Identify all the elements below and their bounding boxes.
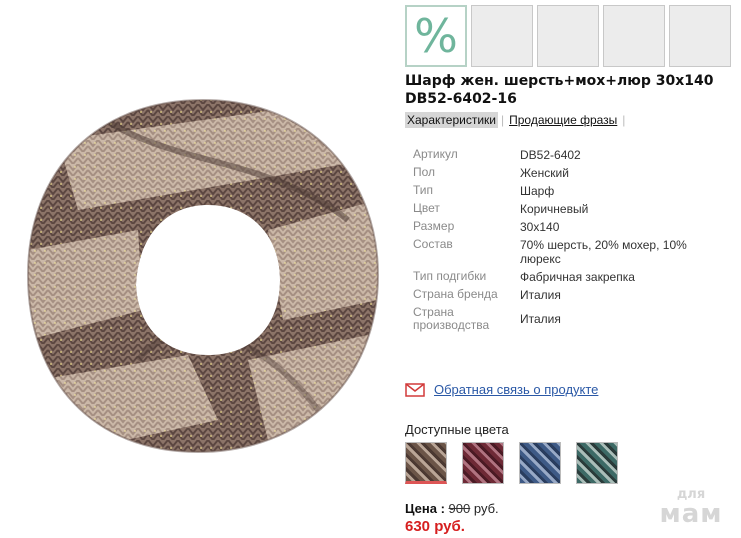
tab-separator: | (500, 113, 505, 127)
spec-label: Состав (413, 237, 453, 251)
spec-value: DB52-6402 (520, 148, 581, 162)
percent-icon: % (414, 9, 458, 63)
product-title: Шарф жен. шерсть+мох+люр 30х140 DB52-640… (405, 73, 714, 107)
spec-row: Цвет Коричневый (413, 201, 720, 217)
spec-label: Артикул (413, 147, 458, 161)
spec-label: Размер (413, 219, 455, 233)
envelope-icon (405, 382, 425, 397)
new-price: 630 руб. (405, 518, 465, 535)
spec-label: Цвет (413, 201, 440, 215)
colors-label: Доступные цвета (405, 422, 509, 437)
spec-value: Италия (520, 288, 561, 302)
spec-value: 70% шерсть, 20% мохер, 10% люрекс (520, 238, 687, 266)
product-image (26, 98, 380, 454)
spec-value: 30х140 (520, 220, 560, 234)
tab-selling-phrases[interactable]: Продающие фразы (507, 112, 619, 128)
color-swatch-brown[interactable] (405, 442, 447, 484)
color-swatch-burgundy[interactable] (462, 442, 504, 484)
tab-characteristics[interactable]: Характеристики (405, 112, 498, 128)
spec-value: Шарф (520, 184, 555, 198)
spec-label: Тип подгибки (413, 269, 487, 283)
tab-bar: Характеристики | Продающие фразы | (405, 112, 628, 128)
color-swatch-teal[interactable] (576, 442, 618, 484)
thumbnail-strip: % (405, 5, 731, 67)
spec-label: Пол (413, 165, 436, 179)
spec-row: Артикул DB52-6402 (413, 147, 720, 163)
spec-label: Тип (413, 183, 434, 197)
spec-row: Состав 70% шерсть, 20% мохер, 10% люрекс (413, 237, 720, 267)
spec-row: Пол Женский (413, 165, 720, 181)
feedback-link[interactable]: Обратная связь о продукте (434, 382, 598, 397)
spec-row: Размер 30х140 (413, 219, 720, 235)
price-label: Цена : (405, 501, 445, 516)
feedback-row: Обратная связь о продукте (405, 382, 598, 397)
thumbnail[interactable] (669, 5, 731, 67)
thumbnail[interactable] (471, 5, 533, 67)
tab-separator: | (622, 113, 626, 127)
spec-label: Страна производства (413, 305, 490, 332)
spec-value: Фабричная закрепка (520, 270, 635, 284)
spec-row: Тип подгибки Фабричная закрепка (413, 269, 720, 285)
thumbnail-discount[interactable]: % (405, 5, 467, 67)
spec-row: Тип Шарф (413, 183, 720, 199)
old-price-currency: руб. (473, 501, 499, 516)
spec-label: Страна бренда (413, 287, 498, 301)
spec-row: Страна производства Италия (413, 306, 720, 332)
price-row: Цена : 900 руб. (405, 501, 499, 516)
thumbnail[interactable] (603, 5, 665, 67)
spec-value: Италия (520, 312, 561, 326)
color-swatch-blue[interactable] (519, 442, 561, 484)
watermark-logo: для мам (655, 488, 727, 527)
color-swatches (405, 442, 618, 484)
old-price: 900 (448, 501, 471, 516)
spec-value: Коричневый (520, 202, 589, 216)
spec-value: Женский (520, 166, 569, 180)
spec-row: Страна бренда Италия (413, 287, 720, 303)
spec-table: Артикул DB52-6402 Пол Женский Тип Шарф Ц… (413, 148, 720, 336)
watermark-line2: мам (659, 499, 723, 529)
thumbnail[interactable] (537, 5, 599, 67)
